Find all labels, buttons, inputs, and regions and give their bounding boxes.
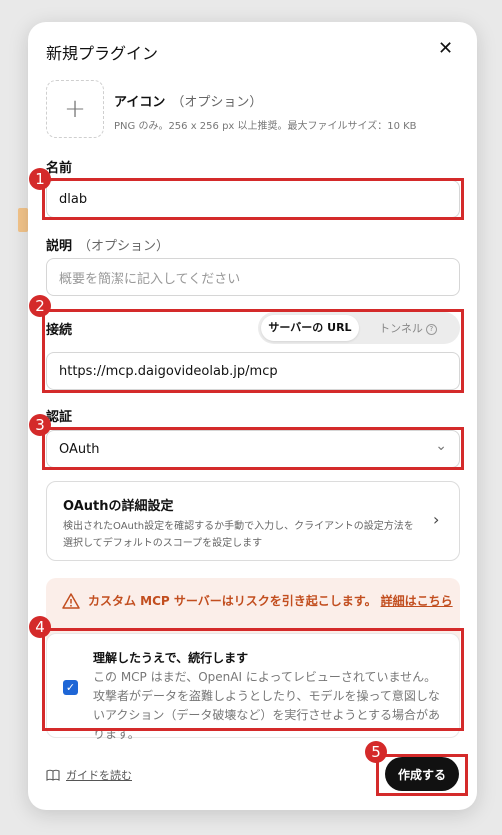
oauth-card-title: OAuthの詳細設定 bbox=[63, 499, 174, 514]
description-placeholder: 概要を簡潔に記入してください bbox=[59, 271, 241, 287]
icon-label-text: アイコン bbox=[114, 95, 166, 110]
plus-icon: + bbox=[64, 94, 86, 124]
highlight-box-name bbox=[42, 178, 464, 220]
risk-warning: カスタム MCP サーバーはリスクを引き起こします。 詳細はこちら bbox=[62, 592, 453, 609]
annotation-badge-4: 4 bbox=[29, 616, 51, 638]
dialog-title: 新規プラグイン bbox=[46, 44, 159, 63]
description-optional: （オプション） bbox=[78, 239, 170, 254]
learn-more-link[interactable]: 詳細はこちら bbox=[381, 592, 453, 609]
annotation-badge-3: 3 bbox=[29, 414, 51, 436]
highlight-box-create bbox=[376, 754, 468, 796]
guide-link-text: ガイドを読む bbox=[66, 769, 132, 782]
background-sliver bbox=[18, 208, 28, 232]
name-label: 名前 bbox=[46, 161, 73, 176]
icon-upload-button[interactable]: + bbox=[46, 80, 104, 138]
description-label-text: 説明 bbox=[46, 239, 73, 254]
highlight-box-acknowledge bbox=[42, 628, 464, 731]
guide-link[interactable]: ガイドを読む bbox=[46, 767, 132, 783]
annotation-badge-2: 2 bbox=[29, 295, 51, 317]
highlight-box-connection bbox=[42, 309, 464, 393]
description-input[interactable]: 概要を簡潔に記入してください bbox=[46, 258, 460, 296]
annotation-badge-5: 5 bbox=[365, 741, 387, 763]
icon-label: アイコン （オプション） bbox=[114, 91, 262, 110]
oauth-card-description: 検出されたOAuth設定を確認するか手動で入力し、クライアントの設定方法を選択し… bbox=[63, 521, 414, 549]
icon-hint: PNG のみ。256 x 256 px 以上推奨。最大ファイルサイズ：10 KB bbox=[114, 121, 417, 132]
highlight-box-auth bbox=[42, 427, 464, 470]
icon-optional: （オプション） bbox=[171, 95, 263, 110]
warning-icon bbox=[62, 592, 80, 609]
annotation-badge-1: 1 bbox=[29, 168, 51, 190]
book-icon bbox=[46, 769, 60, 781]
chevron-right-icon: › bbox=[433, 510, 440, 529]
risk-warning-text: カスタム MCP サーバーはリスクを引き起こします。 bbox=[88, 594, 377, 608]
oauth-settings-card[interactable]: OAuthの詳細設定 検出されたOAuth設定を確認するか手動で入力し、クライア… bbox=[46, 481, 460, 561]
close-icon[interactable]: ✕ bbox=[438, 38, 453, 59]
description-label: 説明 （オプション） bbox=[46, 235, 169, 254]
